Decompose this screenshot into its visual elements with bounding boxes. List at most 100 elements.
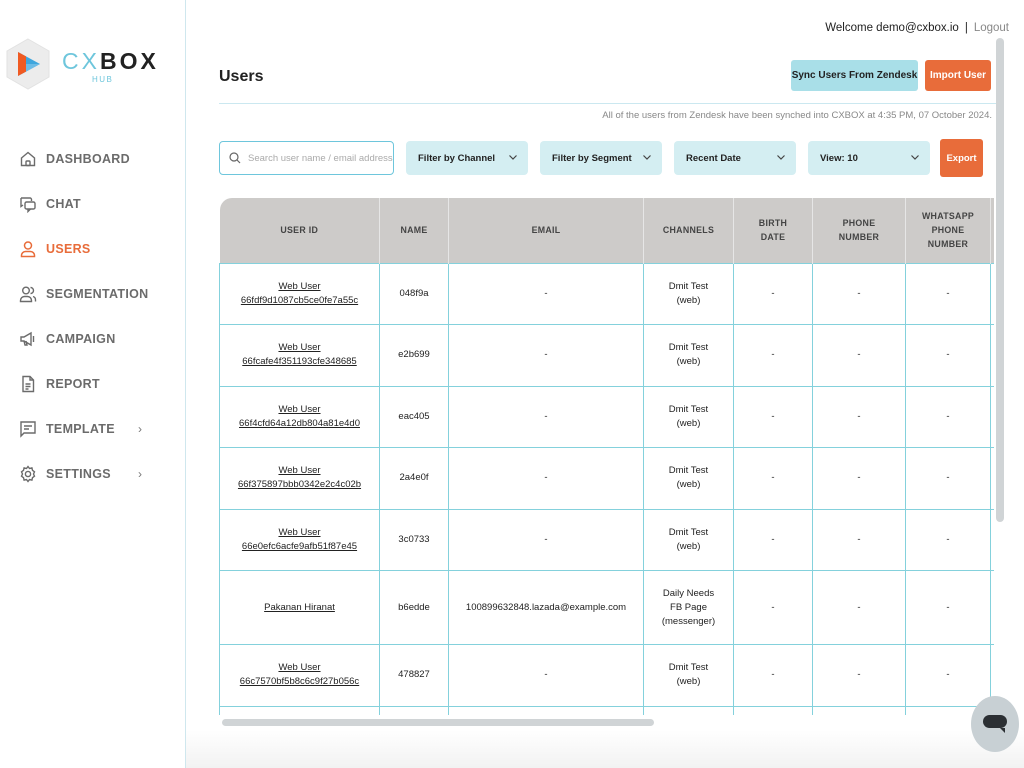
support-chat-button[interactable]	[971, 696, 1019, 752]
cell-overflow	[990, 508, 994, 571]
import-user-button[interactable]: Import User	[925, 60, 991, 91]
sidebar-item-chat[interactable]: CHAT	[0, 181, 185, 226]
cell-whatsapp: -	[905, 644, 991, 707]
filter-channel-value: Filter by Channel	[418, 152, 496, 164]
brand-name: CXBOX	[62, 48, 159, 74]
cell-phone: -	[812, 447, 906, 510]
column-header-channels[interactable]: CHANNELS	[643, 198, 734, 263]
user-label[interactable]: Web User	[278, 662, 320, 673]
user-label[interactable]: Web User	[278, 404, 320, 415]
channel-line: (web)	[676, 294, 701, 306]
channel-value: Dmit Test (web)	[644, 403, 733, 431]
cell-user-id: Web User 66f375897bbb0342e2c4c02b	[219, 447, 380, 510]
channel-line: (web)	[676, 356, 701, 368]
sidebar-item-template[interactable]: TEMPLATE ›	[0, 406, 185, 451]
user-id-link[interactable]: Web User 66f375897bbb0342e2c4c02b	[220, 464, 379, 492]
cell-whatsapp: -	[905, 324, 991, 387]
cell-name: b6edde	[379, 570, 449, 645]
logout-link[interactable]: Logout	[974, 22, 1009, 34]
channel-line: Dmit Test	[668, 465, 709, 477]
channel-line: Dmit Test	[668, 342, 709, 354]
sidebar-item-label: DASHBOARD	[46, 151, 130, 166]
sort-date-select[interactable]: Recent Date	[674, 141, 796, 175]
name-value: 048f9a	[399, 287, 429, 299]
sidebar-item-users[interactable]: USERS	[0, 226, 185, 271]
cell-user-id: Web User 66f4cfd64a12db804a81e4d0	[219, 385, 380, 448]
sidebar-item-report[interactable]: REPORT	[0, 361, 185, 406]
user-label[interactable]: Web User	[278, 465, 320, 476]
user-id-link[interactable]: Web User 66e0efc6acfe9afb51f87e45	[220, 526, 379, 554]
filter-channel-select[interactable]: Filter by Channel	[406, 141, 528, 175]
gear-icon	[19, 464, 37, 483]
sidebar-item-campaign[interactable]: CAMPAIGN	[0, 316, 185, 361]
user-id-link[interactable]: Web User 66fcafe4f351193cfe348685	[220, 341, 379, 369]
vertical-scrollbar[interactable]	[996, 38, 1004, 522]
horizontal-scrollbar[interactable]	[222, 719, 654, 726]
column-header-email[interactable]: EMAIL	[448, 198, 644, 263]
page-size-select[interactable]: View: 10	[808, 141, 930, 175]
user-id-link[interactable]: Web User 66f4cfd64a12db804a81e4d0	[220, 403, 379, 431]
users-group-icon	[19, 285, 37, 303]
table-row: Web User 66f375897bbb0342e2c4c02b 2a4e0f - D…	[219, 447, 994, 510]
chat-bubbles-icon	[19, 195, 37, 213]
page-size-value: View: 10	[820, 152, 858, 164]
sidebar-item-settings[interactable]: SETTINGS ›	[0, 451, 185, 496]
channel-line: FB Page	[670, 601, 707, 613]
user-id[interactable]: 66f4cfd64a12db804a81e4d0	[239, 418, 360, 429]
user-id-link[interactable]: Web User 66c7570bf5b8c6c9f27b056c	[220, 661, 379, 689]
channel-line: Dmit Test	[668, 662, 709, 674]
cell-phone: -	[812, 570, 906, 645]
sidebar-item-dashboard[interactable]: DASHBOARD	[0, 136, 185, 181]
brand-logo[interactable]: CXBOX HUB	[6, 38, 176, 94]
channel-line: (web)	[676, 540, 701, 552]
filter-segment-select[interactable]: Filter by Segment	[540, 141, 662, 175]
user-id[interactable]: 66e0efc6acfe9afb51f87e45	[242, 541, 357, 552]
sync-zendesk-button[interactable]: Sync Users From Zendesk	[791, 60, 918, 91]
cell-email	[448, 705, 644, 715]
sidebar-nav: DASHBOARD CHAT USERS SEGMENTATION CAMPAI…	[0, 136, 185, 496]
user-label[interactable]: Web User	[278, 527, 320, 538]
user-id-link[interactable]: Web User 66fdf9d1087cb5ce0fe7a55c	[220, 280, 379, 308]
cell-channels: Dmit Test (web)	[643, 385, 734, 448]
cell-name: 2a4e0f	[379, 447, 449, 510]
user-label[interactable]: Web User	[278, 281, 320, 292]
cell-email: -	[448, 508, 644, 571]
user-id[interactable]: 66f375897bbb0342e2c4c02b	[238, 479, 361, 490]
user-id[interactable]: 66fdf9d1087cb5ce0fe7a55c	[241, 295, 358, 306]
sidebar-item-segmentation[interactable]: SEGMENTATION	[0, 271, 185, 316]
birth-date-value: -	[771, 287, 775, 299]
column-header-user-id[interactable]: USER ID	[219, 198, 380, 263]
email-value: -	[544, 472, 548, 484]
cell-channels: Dmit Test (web)	[643, 508, 734, 571]
cell-email: -	[448, 324, 644, 387]
table-row: Web User 66f4cfd64a12db804a81e4d0 eac405 - D…	[219, 385, 994, 448]
user-id[interactable]: 66c7570bf5b8c6c9f27b056c	[240, 676, 359, 687]
users-table: USER ID NAME EMAIL CHANNELS BIRTH DATE P…	[219, 198, 994, 715]
search-input[interactable]	[248, 152, 393, 164]
user-id-link[interactable]: Pakanan Hiranat	[220, 601, 379, 615]
whatsapp-value: -	[946, 533, 950, 545]
sync-status-note: All of the users from Zendesk have been …	[602, 110, 992, 121]
cell-phone: -	[812, 324, 906, 387]
column-header-birth-date[interactable]: BIRTH DATE	[733, 198, 813, 263]
name-value: eac405	[398, 410, 430, 422]
user-label[interactable]: Pakanan Hiranat	[264, 602, 335, 613]
user-icon	[19, 240, 37, 258]
cell-whatsapp: -	[905, 447, 991, 510]
search-field[interactable]	[219, 141, 394, 175]
table-row: Web User 66e0efc6acfe9afb51f87e45 3c0733 - D…	[219, 508, 994, 571]
export-button[interactable]: Export	[940, 139, 983, 177]
column-header-name[interactable]: NAME	[379, 198, 449, 263]
user-id[interactable]: 66fcafe4f351193cfe348685	[242, 356, 356, 367]
sidebar-item-label: CHAT	[46, 196, 81, 211]
page-title: Users	[219, 68, 264, 85]
channel-value: Dmit Test (web)	[644, 464, 733, 492]
user-label[interactable]: Web User	[278, 342, 320, 353]
column-header-phone-number[interactable]: PHONE NUMBER	[812, 198, 906, 263]
cell-overflow	[990, 385, 994, 448]
cell-phone: -	[812, 644, 906, 707]
column-header-whatsapp[interactable]: WHATSAPP PHONE NUMBER	[905, 198, 991, 263]
cell-user-id: Web User 66c7570bf5b8c6c9f27b056c	[219, 644, 380, 707]
sidebar-item-label: CAMPAIGN	[46, 331, 116, 346]
cell-user-id: Pakanan Hiranat	[219, 570, 380, 645]
